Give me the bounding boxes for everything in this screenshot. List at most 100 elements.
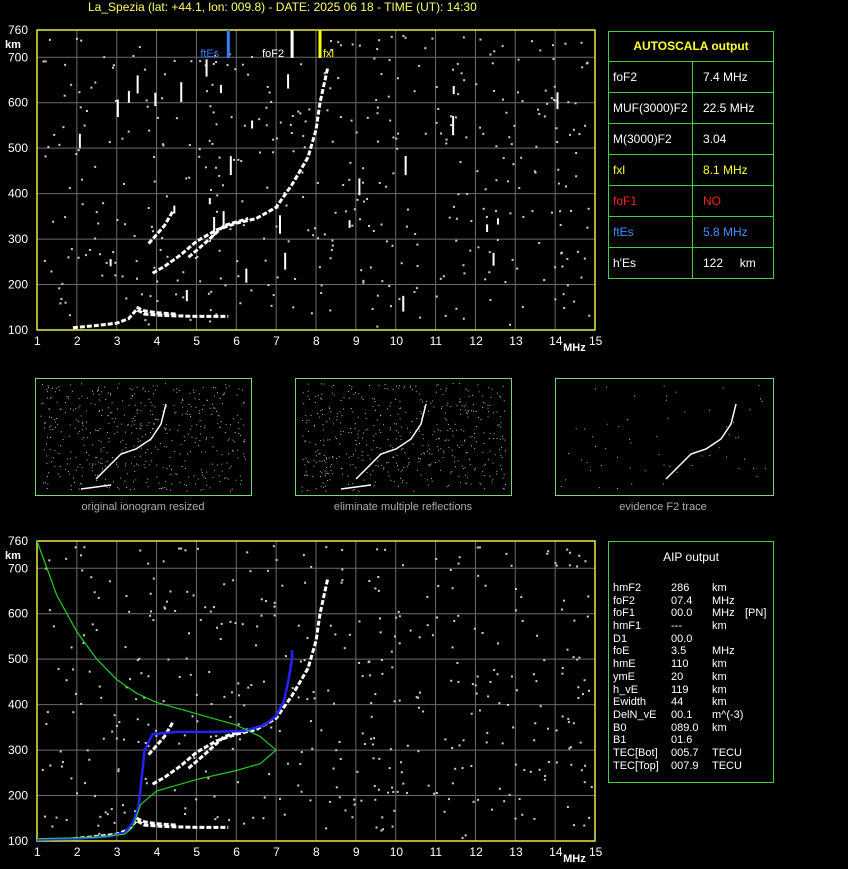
- noise-dot: [416, 265, 419, 268]
- noise-dot: [297, 696, 300, 699]
- thumb-dot: [143, 387, 145, 389]
- thumb-dot: [42, 402, 44, 404]
- thumb-dot: [738, 467, 740, 469]
- thumb-dot: [475, 411, 477, 413]
- thumb-dot: [193, 475, 195, 477]
- noise-dot: [90, 86, 93, 89]
- noise-dot: [581, 693, 584, 696]
- noise-dot: [114, 274, 117, 277]
- thumb-dot: [199, 420, 201, 422]
- thumb-dot: [454, 423, 456, 425]
- thumb-dot: [457, 460, 459, 462]
- x-tick-label: 8: [313, 845, 320, 859]
- thumb-dot: [407, 458, 409, 460]
- aip-row: DelN_vE 00.1 m^(-3): [609, 709, 773, 722]
- noise-dot: [533, 170, 536, 173]
- noise-dot: [268, 773, 271, 776]
- noise-dot: [482, 207, 485, 210]
- aip-cell: foF1: [613, 607, 636, 620]
- thumb-dot: [315, 488, 317, 490]
- noise-dot: [387, 95, 390, 98]
- noise-dot: [304, 581, 307, 584]
- noise-dot: [372, 229, 375, 232]
- thumb-dot: [108, 422, 110, 424]
- noise-dot: [576, 658, 579, 661]
- noise-dot: [375, 99, 378, 102]
- thumb-dot: [165, 480, 167, 482]
- thumb-dot: [340, 399, 342, 401]
- thumb-dot: [401, 426, 403, 428]
- noise-dot: [212, 111, 215, 114]
- thumb-dot: [129, 388, 131, 390]
- noise-dot: [70, 83, 73, 86]
- thumb-dot: [95, 463, 97, 465]
- noise-dot: [72, 668, 75, 671]
- noise-dot: [182, 296, 185, 299]
- thumb-dot: [487, 407, 489, 409]
- thumb-dot: [323, 439, 325, 441]
- noise-dot: [149, 592, 152, 595]
- noise-dot: [337, 77, 340, 80]
- noise-dot: [391, 786, 394, 789]
- noise-dot: [451, 782, 454, 785]
- thumb-dot: [459, 409, 461, 411]
- noise-dot: [79, 554, 82, 557]
- noise-dot: [449, 569, 452, 572]
- thumb-dot: [213, 395, 215, 397]
- thumb-dot: [676, 471, 678, 473]
- echo-streak: [116, 99, 119, 117]
- thumb-dot: [144, 467, 146, 469]
- thumb-dot: [402, 447, 404, 449]
- thumb-dot: [595, 388, 597, 390]
- thumb-dot: [427, 484, 429, 486]
- thumb-dot: [173, 404, 175, 406]
- thumb-dot: [504, 439, 506, 441]
- noise-dot: [572, 722, 575, 725]
- thumb-dot: [467, 412, 469, 414]
- noise-dot: [551, 44, 554, 47]
- noise-dot: [381, 280, 384, 283]
- thumb-dot: [59, 465, 61, 467]
- thumb-dot: [154, 406, 156, 408]
- thumb-dot: [494, 454, 496, 456]
- noise-dot: [376, 48, 379, 51]
- noise-dot: [435, 557, 438, 560]
- thumb-dot: [241, 389, 243, 391]
- noise-dot: [417, 706, 420, 709]
- thumb-dot: [183, 484, 185, 486]
- aip-cell: hmE: [613, 658, 636, 671]
- thumb-dot: [131, 425, 133, 427]
- thumb-dot: [213, 469, 215, 471]
- noise-dot: [477, 798, 480, 801]
- thumb-dot: [158, 482, 160, 484]
- noise-dot: [475, 83, 478, 86]
- thumb-dot: [136, 386, 138, 388]
- thumb-dot: [80, 483, 82, 485]
- y-tick-label: 700: [8, 561, 28, 575]
- noise-dot: [47, 145, 50, 148]
- thumb-dot: [226, 462, 228, 464]
- thumb-dot: [336, 458, 338, 460]
- noise-dot: [207, 292, 210, 295]
- thumb-dot: [387, 462, 389, 464]
- thumb-dot: [107, 431, 109, 433]
- thumb-dot: [166, 446, 168, 448]
- noise-dot: [247, 73, 250, 76]
- thumb-dot: [372, 470, 374, 472]
- thumb-dot: [135, 404, 137, 406]
- noise-dot: [226, 63, 229, 66]
- thumb-dot: [96, 480, 98, 482]
- noise-dot: [302, 554, 305, 557]
- noise-dot: [292, 306, 295, 309]
- noise-dot: [343, 647, 346, 650]
- thumb-dot: [199, 440, 201, 442]
- thumb-dot: [319, 453, 321, 455]
- noise-dot: [507, 180, 510, 183]
- noise-dot: [534, 722, 537, 725]
- thumb-dot: [665, 399, 667, 401]
- noise-dot: [112, 66, 115, 69]
- thumb-dot: [166, 432, 168, 434]
- noise-dot: [189, 318, 192, 321]
- noise-dot: [194, 257, 197, 260]
- thumb-dot: [314, 402, 316, 404]
